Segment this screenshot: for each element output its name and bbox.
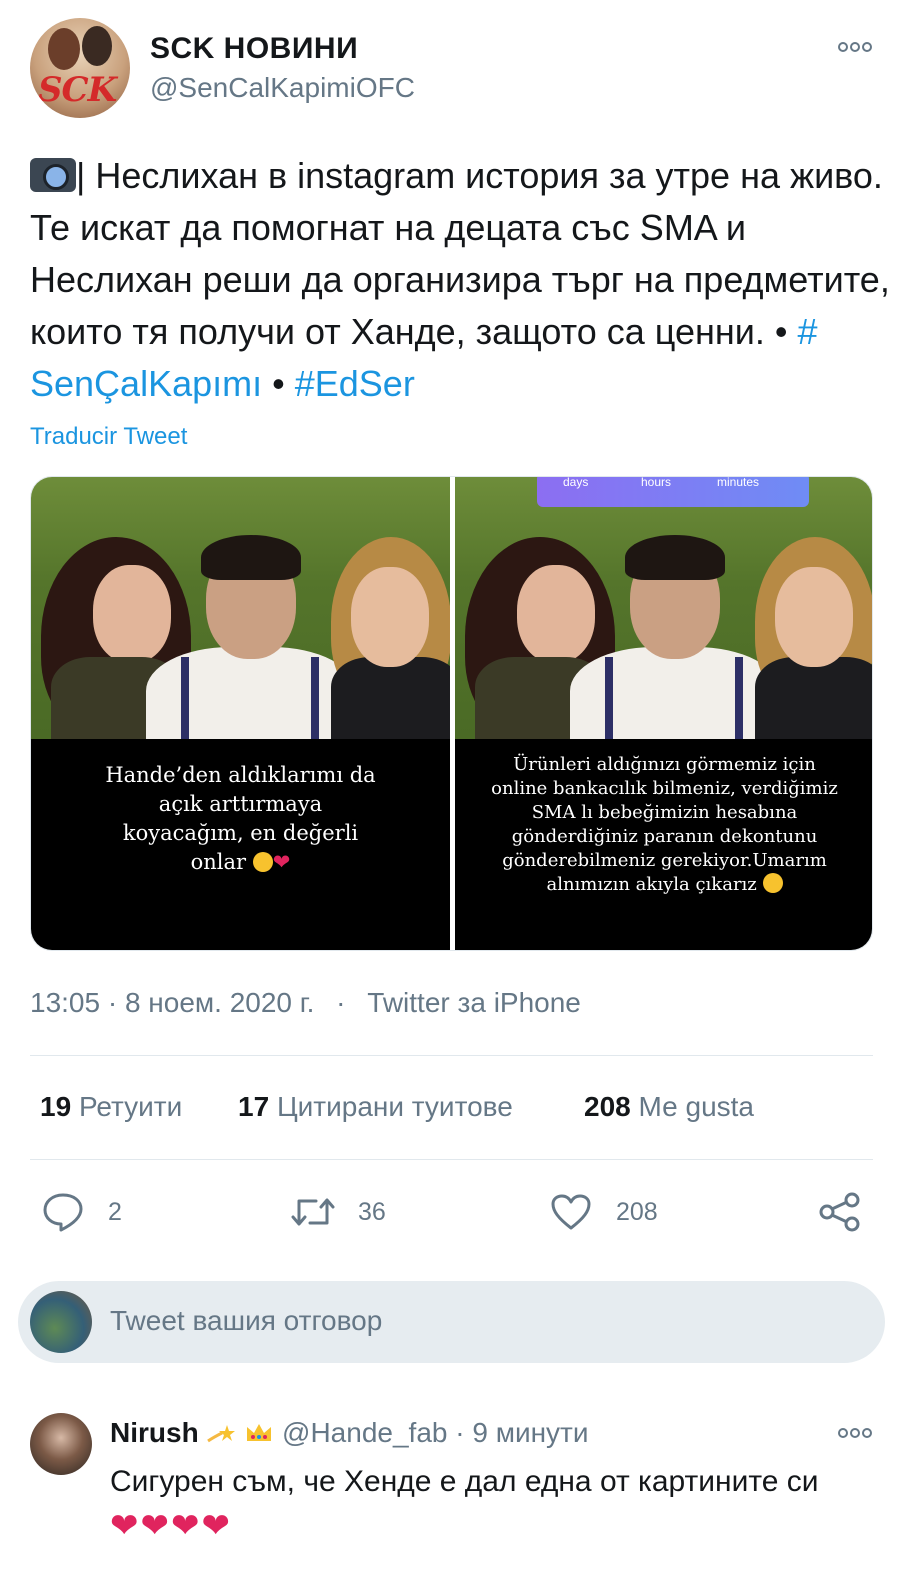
more-dots-icon[interactable] xyxy=(838,1426,872,1444)
author-display-name[interactable]: SCK НОВИНИ xyxy=(150,32,358,66)
story-caption: Ürünleri aldığınızı görmemiz için online… xyxy=(455,753,872,897)
reply-header: Nirush @Hande_fab · 9 минути xyxy=(110,1417,589,1449)
crown-emoji-icon xyxy=(247,1424,272,1441)
retweets-stat[interactable]: 19 Ретуити xyxy=(40,1091,182,1123)
tweet-meta: 13:05 · 8 ноем. 2020 г. · Twitter за iPh… xyxy=(30,987,581,1019)
smiling-face-emoji-icon xyxy=(252,852,273,872)
story-caption-text: Hande’den aldıklarımı da açık arttırmaya… xyxy=(105,763,376,874)
meta-separator: · xyxy=(328,987,354,1018)
reply-author-handle[interactable]: @Hande_fab xyxy=(282,1417,447,1448)
tweet-text: | Неслихан в instagram история за утре н… xyxy=(30,150,890,410)
likes-stat[interactable]: 208 Ме gusta xyxy=(584,1091,754,1123)
reply-author-name[interactable]: Nirush xyxy=(110,1417,199,1448)
share-icon xyxy=(819,1192,860,1232)
like-count: 208 xyxy=(616,1197,658,1226)
avatar-logo: SCK xyxy=(38,70,117,110)
avatar-face xyxy=(82,26,112,66)
reply-button[interactable]: 2 xyxy=(42,1190,122,1234)
relieved-face-emoji-icon xyxy=(762,873,783,893)
story-caption-area: Ürünleri aldığınızı görmemiz için online… xyxy=(455,739,872,950)
avatar-face xyxy=(48,28,80,70)
reply-time: · 9 минути xyxy=(455,1417,589,1448)
divider xyxy=(30,1055,873,1056)
story-caption-area: Hande’den aldıklarımı da açık arttırmaya… xyxy=(31,739,450,950)
reply-input-placeholder[interactable]: Tweet вашия отговор xyxy=(110,1305,382,1337)
story-caption-text: Ürünleri aldığınızı görmemiz için online… xyxy=(491,754,838,895)
reply-count: 2 xyxy=(108,1197,122,1226)
group-photo: days hours minutes xyxy=(455,477,872,739)
countdown-label: days xyxy=(563,477,589,489)
countdown-sticker: days hours minutes xyxy=(537,477,809,507)
media-image-left[interactable]: Hande’den aldıklarımı da açık arttırmaya… xyxy=(31,477,450,950)
story-caption: Hande’den aldıklarımı da açık arttırmaya… xyxy=(31,761,450,877)
media-image-right[interactable]: days hours minutes Ürünleri aldığınızı g… xyxy=(455,477,872,950)
reply-author-avatar[interactable] xyxy=(30,1413,92,1475)
reply-composer[interactable]: Tweet вашия отговор xyxy=(18,1281,885,1363)
divider xyxy=(30,1159,873,1160)
tweet-header: SCK SCK НОВИНИ @SenCalKapimiOFC xyxy=(30,18,890,118)
tweet-body: | Неслихан в instagram история за утре н… xyxy=(30,155,890,352)
retweet-icon xyxy=(291,1198,335,1226)
heart-icon xyxy=(551,1194,591,1230)
reply-text: Сигурен съм, че Хенде е дал една от карт… xyxy=(110,1465,819,1498)
hashtag-link[interactable]: #EdSer xyxy=(295,363,415,404)
separator: • xyxy=(262,363,295,404)
countdown-label: minutes xyxy=(717,477,760,489)
retweet-count: 36 xyxy=(358,1197,386,1226)
author-handle[interactable]: @SenCalKapimiOFC xyxy=(150,72,415,104)
camera-icon xyxy=(30,158,76,192)
retweet-button[interactable]: 36 xyxy=(290,1190,386,1234)
translate-tweet-link[interactable]: Traducir Tweet xyxy=(30,423,187,451)
more-dots-icon[interactable] xyxy=(838,40,872,58)
share-button[interactable] xyxy=(818,1190,862,1234)
user-avatar xyxy=(30,1291,92,1353)
like-button[interactable]: 208 xyxy=(550,1190,658,1234)
author-avatar[interactable]: SCK xyxy=(30,18,130,118)
reply-icon xyxy=(43,1193,83,1232)
quotes-stat[interactable]: 17 Цитирани туитове xyxy=(238,1091,513,1123)
shooting-star-emoji-icon xyxy=(207,1425,236,1443)
tweet-timestamp[interactable]: 13:05 · 8 ноем. 2020 г. xyxy=(30,987,314,1018)
red-heart-icon: ❤ xyxy=(272,850,291,874)
tweet-source[interactable]: Twitter за iPhone xyxy=(367,987,581,1018)
countdown-label: hours xyxy=(641,477,672,489)
tweet-media[interactable]: Hande’den aldıklarımı da açık arttırmaya… xyxy=(30,476,873,951)
red-hearts-icon: ❤❤❤❤ xyxy=(110,1506,232,1546)
group-photo xyxy=(31,477,450,739)
